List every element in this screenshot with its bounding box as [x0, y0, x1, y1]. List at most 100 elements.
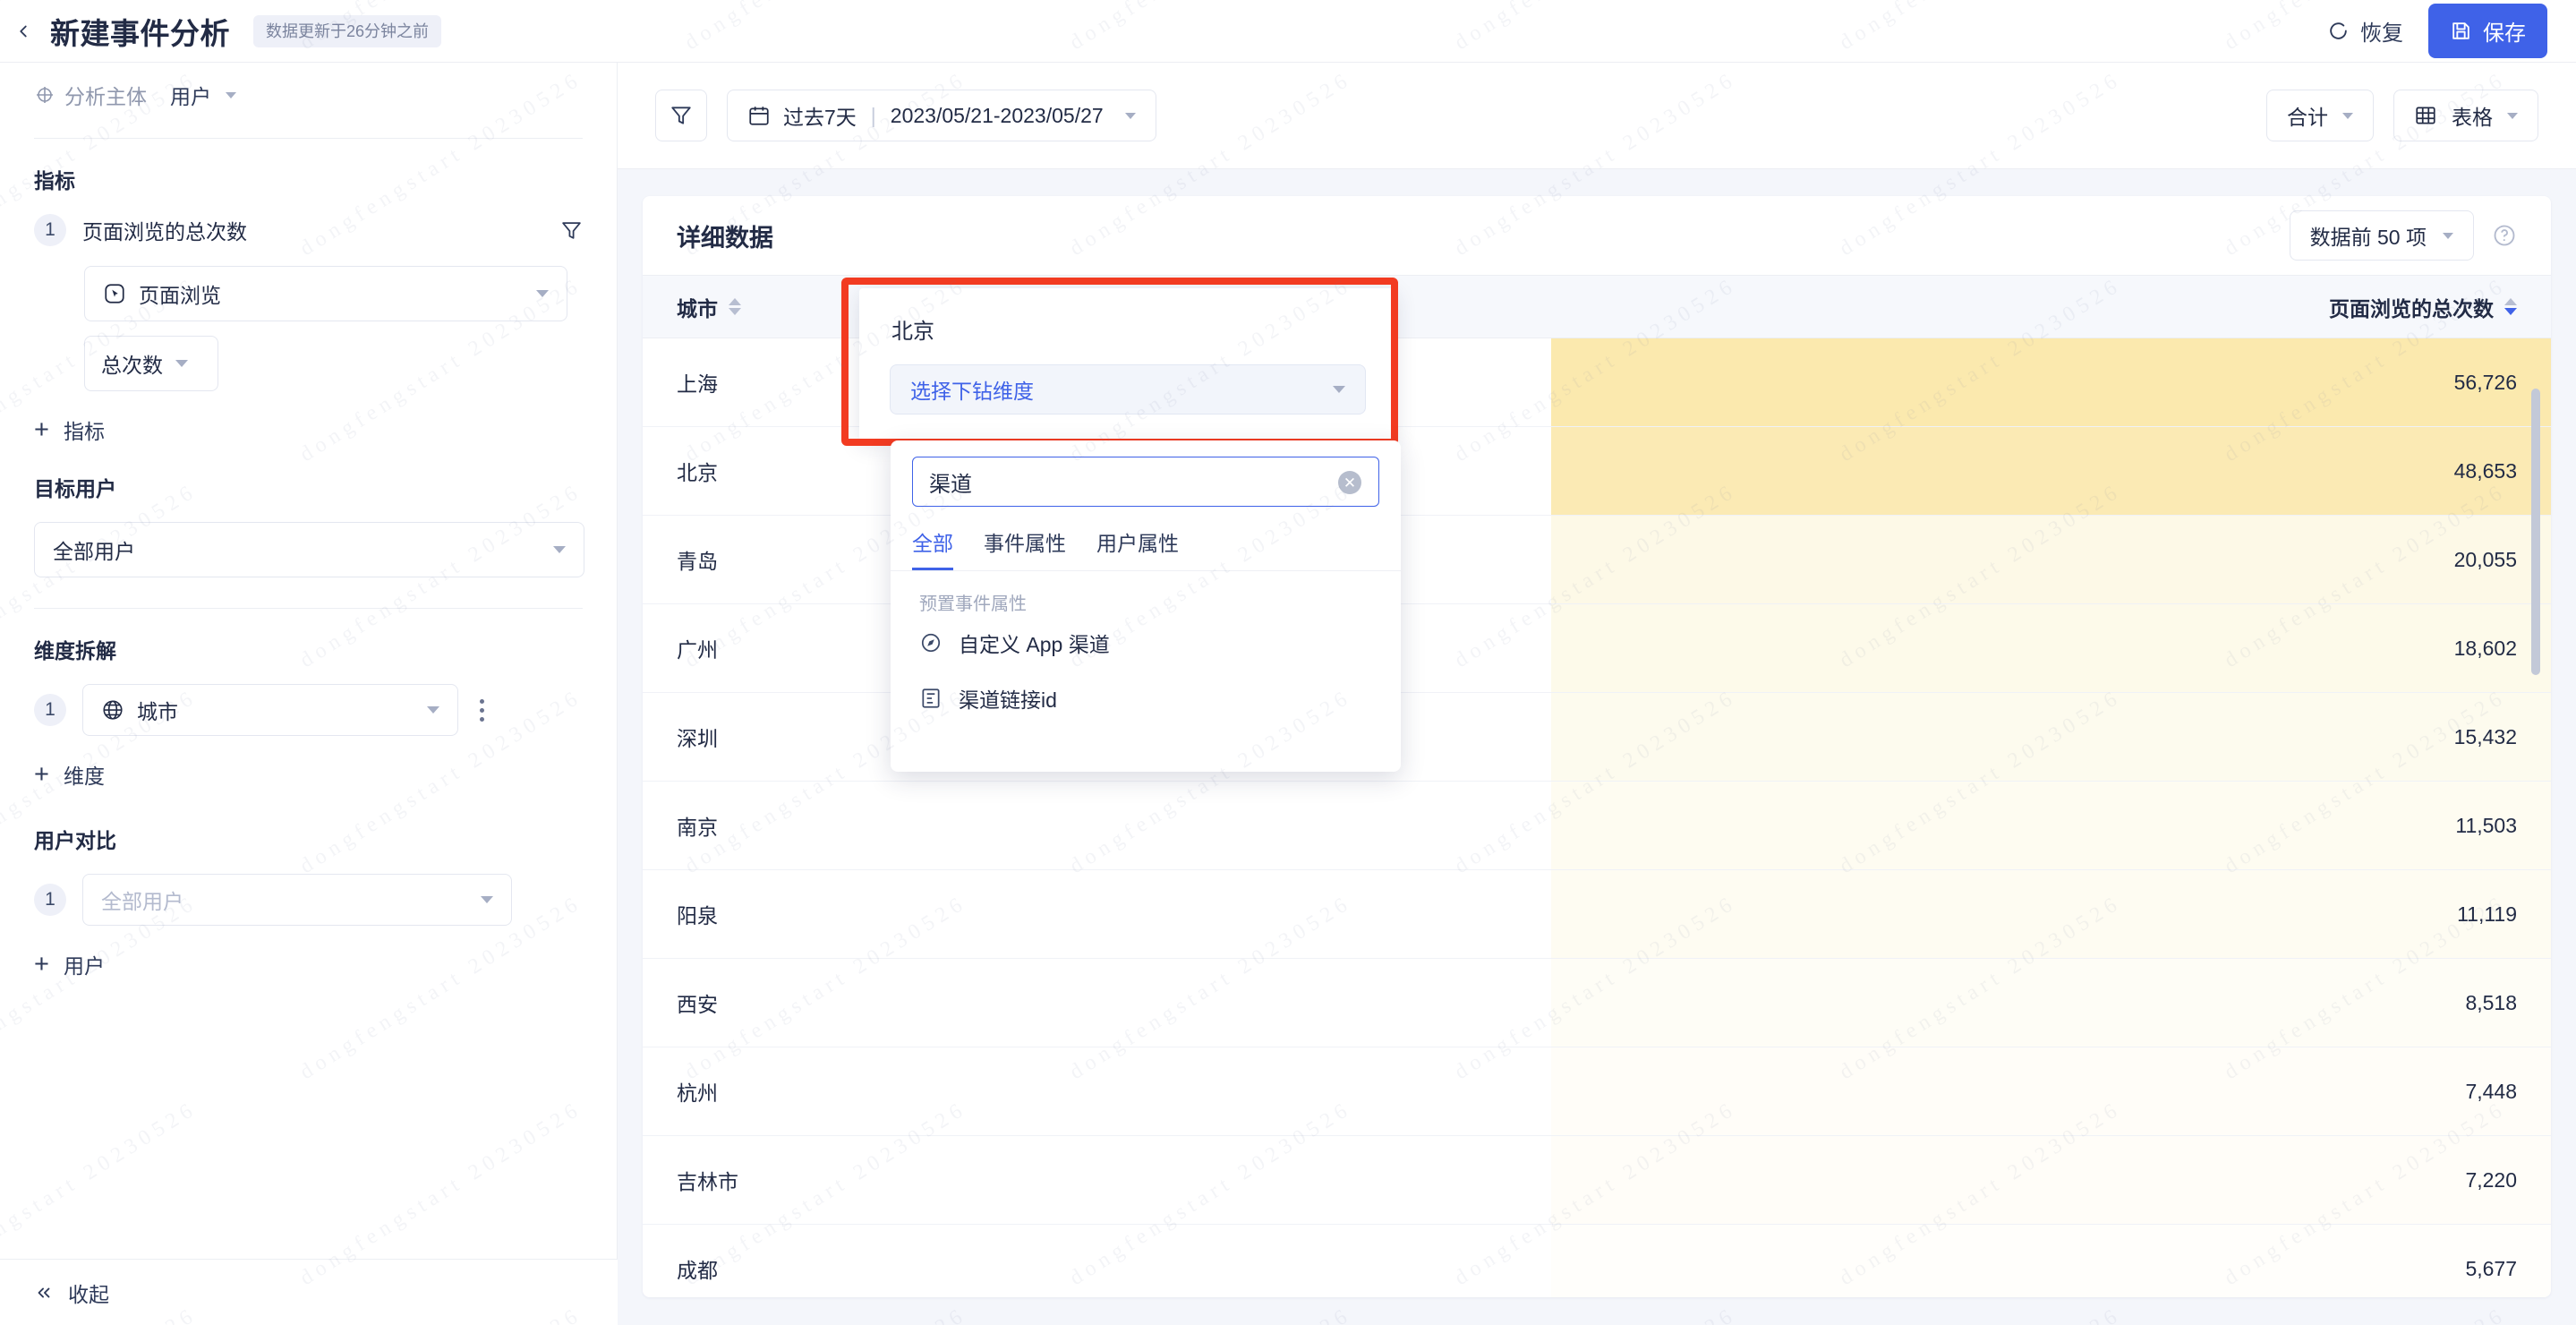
cell-pageviews[interactable]: 7,220: [1551, 1135, 2551, 1225]
target-users-select[interactable]: 全部用户: [34, 522, 584, 577]
cell-city[interactable]: 成都: [643, 1224, 1551, 1297]
date-range-label: 2023/05/21-2023/05/27: [890, 103, 1104, 127]
cell-pageviews[interactable]: 11,503: [1551, 781, 2551, 870]
column-header-city-label: 城市: [677, 296, 718, 321]
table-row[interactable]: 西安 8,518: [643, 958, 2551, 1047]
dimension-value: 城市: [137, 700, 178, 723]
metric-event-select[interactable]: 页面浏览: [84, 266, 567, 321]
analysis-subject-select[interactable]: 用户: [170, 80, 236, 110]
option-custom-app-channel[interactable]: 自定义 App 渠道: [891, 615, 1401, 671]
save-label: 保存: [2483, 21, 2526, 46]
restore-button[interactable]: 恢复: [2320, 10, 2410, 52]
collapse-sidebar-button[interactable]: 收起: [0, 1259, 618, 1325]
aggregate-selector[interactable]: 合计: [2266, 90, 2374, 141]
dimension-search-wrap: ✕: [891, 440, 1401, 507]
cell-pageviews[interactable]: 20,055: [1551, 515, 2551, 604]
dimension-search-tabs: 全部 事件属性 用户属性: [891, 507, 1401, 571]
metric-aggregation-value: 总次数: [101, 354, 163, 377]
card-header: 详细数据 数据前 50 项: [643, 196, 2551, 275]
row-limit-selector[interactable]: 数据前 50 项: [2289, 210, 2474, 261]
user-compare-section: 用户对比 1 全部用户 + 用户: [0, 790, 617, 979]
cell-pageviews[interactable]: 15,432: [1551, 692, 2551, 782]
cell-city[interactable]: 阳泉: [643, 869, 1551, 959]
chevron-left-icon: [20, 25, 27, 37]
target-users-section: 目标用户 全部用户: [0, 445, 617, 577]
card-header-actions: 数据前 50 项: [2289, 210, 2517, 261]
main-panel: 过去7天 | 2023/05/21-2023/05/27 合计 表格 详细数据 …: [618, 63, 2576, 1325]
sort-toggle-city[interactable]: [729, 298, 741, 315]
table-row[interactable]: 阳泉 11,119: [643, 869, 2551, 959]
save-disk-icon: [2452, 22, 2469, 39]
chevron-down-icon: [481, 896, 493, 903]
metric-name: 页面浏览的总次数: [82, 220, 247, 244]
cell-city[interactable]: 西安: [643, 958, 1551, 1047]
table-row[interactable]: 成都 5,677: [643, 1224, 2551, 1297]
cell-city[interactable]: 吉林市: [643, 1135, 1551, 1225]
user-compare-title: 用户对比: [34, 829, 116, 852]
cell-pageviews[interactable]: 48,653: [1551, 426, 2551, 516]
table-row[interactable]: 吉林市 7,220: [643, 1135, 2551, 1225]
dimension-search-input[interactable]: [912, 457, 1379, 507]
chevron-down-icon: [1333, 386, 1345, 393]
clear-search-button[interactable]: ✕: [1338, 471, 1361, 494]
dimension-select[interactable]: 城市: [82, 684, 458, 736]
analysis-subject-label-group: 分析主体: [34, 80, 147, 110]
drill-down-placeholder: 选择下钻维度: [910, 380, 1034, 403]
date-preset-label: 过去7天: [783, 106, 857, 129]
refresh-icon: [2330, 22, 2347, 39]
dimension-search-popover: ✕ 全部 事件属性 用户属性 预置事件属性 自定义 App 渠道 渠道链接id: [891, 440, 1401, 772]
sort-asc-icon: [729, 298, 741, 305]
tab-event-attributes[interactable]: 事件属性: [984, 526, 1066, 570]
dimensions-section: 维度拆解 1 城市 + 维度: [0, 609, 617, 790]
cell-city[interactable]: 杭州: [643, 1047, 1551, 1136]
back-button[interactable]: [0, 0, 47, 63]
help-button[interactable]: [2492, 223, 2517, 248]
user-compare-select[interactable]: 全部用户: [82, 874, 512, 926]
metric-aggregation-select[interactable]: 总次数: [84, 336, 218, 391]
row-limit-label: 数据前 50 项: [2309, 226, 2427, 249]
cell-pageviews[interactable]: 56,726: [1551, 338, 2551, 427]
target-icon: [37, 87, 53, 103]
chevron-down-icon: [2507, 112, 2518, 119]
filter-button[interactable]: [655, 90, 707, 141]
cell-pageviews[interactable]: 18,602: [1551, 603, 2551, 693]
plus-icon: +: [34, 759, 49, 789]
option-group-label: 预置事件属性: [919, 594, 1027, 614]
top-bar: 新建事件分析 数据更新于26分钟之前 恢复 保存: [0, 0, 2576, 63]
cell-city[interactable]: 南京: [643, 781, 1551, 870]
tab-user-attributes[interactable]: 用户属性: [1096, 526, 1179, 570]
globe-icon: [101, 698, 124, 722]
target-users-value: 全部用户: [53, 540, 135, 563]
cell-pageviews[interactable]: 8,518: [1551, 958, 2551, 1047]
add-dimension-label: 维度: [63, 765, 105, 788]
date-separator: |: [870, 103, 876, 127]
column-header-pageviews-label: 页面浏览的总次数: [2329, 296, 2494, 321]
dimension-item: 1 城市: [34, 684, 583, 736]
table-row[interactable]: 南京 11,503: [643, 781, 2551, 870]
tab-all[interactable]: 全部: [912, 526, 953, 570]
analysis-toolbar: 过去7天 | 2023/05/21-2023/05/27 合计 表格: [618, 63, 2576, 169]
column-header-pageviews[interactable]: 页面浏览的总次数: [1551, 275, 2551, 338]
collapse-label: 收起: [68, 1282, 109, 1306]
drill-down-dimension-select[interactable]: 选择下钻维度: [890, 364, 1366, 415]
option-label: 自定义 App 渠道: [959, 633, 1110, 656]
add-metric-button[interactable]: + 指标: [34, 415, 583, 445]
cell-pageviews[interactable]: 7,448: [1551, 1047, 2551, 1136]
save-button[interactable]: 保存: [2428, 4, 2547, 58]
dimension-more-button[interactable]: [474, 694, 490, 727]
top-bar-actions: 恢复 保存: [2320, 4, 2576, 58]
cell-pageviews[interactable]: 5,677: [1551, 1224, 2551, 1297]
add-dimension-button[interactable]: + 维度: [34, 759, 583, 790]
cell-pageviews[interactable]: 11,119: [1551, 869, 2551, 959]
option-channel-link-id[interactable]: 渠道链接id: [891, 671, 1401, 726]
drill-down-popover: 北京 选择下钻维度: [859, 288, 1396, 440]
metric-filter-button[interactable]: [560, 219, 583, 242]
sort-toggle-pageviews[interactable]: [2504, 298, 2517, 315]
view-type-selector[interactable]: 表格: [2393, 90, 2538, 141]
table-vertical-scrollbar[interactable]: [2531, 389, 2540, 675]
drill-down-city-label: 北京: [891, 320, 934, 344]
table-row[interactable]: 杭州 7,448: [643, 1047, 2551, 1136]
chevron-down-icon: [2342, 112, 2353, 119]
add-user-button[interactable]: + 用户: [34, 949, 583, 979]
date-range-selector[interactable]: 过去7天 | 2023/05/21-2023/05/27: [727, 90, 1156, 141]
